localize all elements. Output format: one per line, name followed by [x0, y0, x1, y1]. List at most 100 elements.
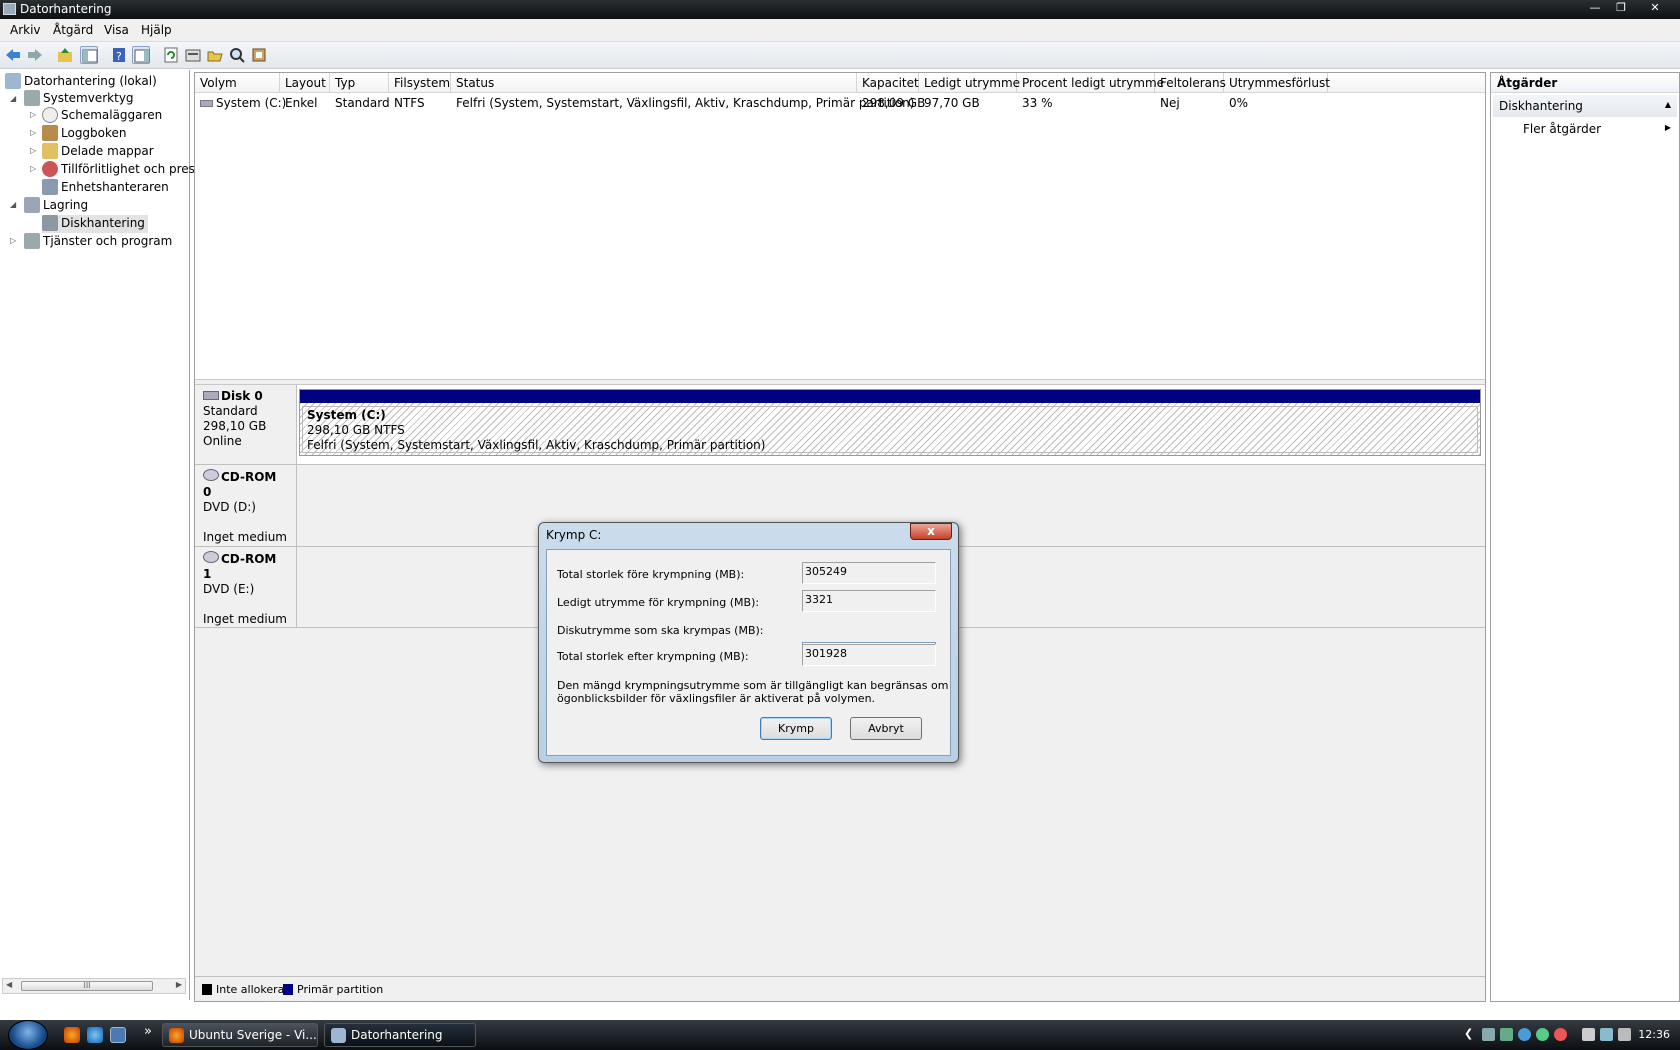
column-header[interactable]: Volym: [195, 73, 280, 93]
show-hide-tree-icon[interactable]: [80, 46, 98, 64]
column-header[interactable]: Utrymmesförlust: [1224, 73, 1330, 93]
partition-size: 298,10 GB NTFS: [307, 423, 405, 437]
system-tray: ❮ 12:36: [1462, 1020, 1680, 1050]
back-icon[interactable]: [4, 46, 22, 64]
storage-icon: [24, 197, 40, 213]
open-icon[interactable]: [206, 46, 224, 64]
clock-icon: [42, 107, 58, 123]
tray-expand-icon[interactable]: ❮: [1464, 1027, 1473, 1040]
column-header[interactable]: Ledigt utrymme: [919, 73, 1020, 93]
field-label: Total storlek efter krympning (MB):: [557, 650, 749, 663]
tree-item-systemverktyg[interactable]: Systemverktyg: [24, 90, 134, 108]
menu-arkiv[interactable]: Arkiv: [10, 23, 41, 37]
cancel-button[interactable]: Avbryt: [850, 717, 922, 740]
expand-arrow-icon[interactable]: ▷: [30, 146, 36, 155]
menu-hjalp[interactable]: Hjälp: [141, 23, 172, 37]
tree-horizontal-scrollbar[interactable]: ◀ III ▶: [2, 978, 186, 994]
shrink-button[interactable]: Krymp: [760, 717, 832, 740]
legend-label: Primär partition: [297, 983, 384, 996]
network-icon[interactable]: [1600, 1028, 1613, 1041]
tree-item-delade-mappar[interactable]: Delade mappar: [42, 143, 154, 161]
collapse-arrow-icon[interactable]: ◢: [10, 200, 16, 209]
properties-icon[interactable]: [184, 46, 202, 64]
menu-visa[interactable]: Visa: [104, 23, 129, 37]
tree-root[interactable]: Datorhantering (lokal): [5, 73, 157, 91]
collapse-arrow-icon[interactable]: ◢: [10, 94, 16, 103]
toolbar: ?: [0, 42, 1680, 69]
computer-management-icon: [3, 3, 16, 15]
column-header[interactable]: Typ: [330, 73, 389, 93]
settings-icon[interactable]: [250, 46, 268, 64]
minimize-icon[interactable]: —: [1582, 0, 1608, 15]
taskbar-button-ubuntu[interactable]: Ubuntu Sverige - Vi...: [162, 1023, 318, 1047]
tray-app-icon[interactable]: [1500, 1028, 1513, 1041]
expand-arrow-icon[interactable]: ▷: [30, 164, 36, 173]
tree-item-tjanster[interactable]: Tjänster och program: [24, 233, 172, 251]
primary-partition-bar: [300, 390, 1480, 403]
expand-arrow-icon[interactable]: ▷: [30, 110, 36, 119]
dialog-title: Krymp C:: [546, 528, 602, 542]
up-icon[interactable]: [56, 46, 74, 64]
column-header[interactable]: Filsystem: [389, 73, 451, 93]
menu-atgard[interactable]: Åtgärd: [53, 23, 93, 37]
disk-label[interactable]: Disk 0 Standard 298,10 GB Online: [195, 385, 297, 465]
tray-app-icon[interactable]: [1554, 1028, 1567, 1041]
column-header[interactable]: Procent ledigt utrymme: [1017, 73, 1164, 93]
battery-icon[interactable]: [1582, 1028, 1595, 1041]
column-header[interactable]: Layout: [280, 73, 330, 93]
close-icon[interactable]: ✕: [1642, 0, 1668, 15]
filesystem-cell: NTFS: [394, 96, 425, 110]
close-icon[interactable]: x: [910, 523, 952, 540]
firefox-icon[interactable]: [64, 1027, 80, 1043]
tray-app-icon[interactable]: [1518, 1028, 1531, 1041]
expand-arrow-icon[interactable]: ▷: [30, 128, 36, 137]
refresh-icon[interactable]: [162, 46, 180, 64]
forward-icon[interactable]: [26, 46, 44, 64]
column-header[interactable]: Status: [451, 73, 857, 93]
volume-icon[interactable]: [1618, 1028, 1631, 1041]
status-cell: Felfri (System, Systemstart, Växlingsfil…: [456, 96, 915, 110]
partition-c[interactable]: System (C:) 298,10 GB NTFS Felfri (Syste…: [299, 389, 1481, 456]
search-icon[interactable]: [228, 46, 246, 64]
clock[interactable]: 12:36: [1638, 1028, 1670, 1041]
tree-item-enhetshanteraren[interactable]: Enhetshanteraren: [42, 179, 169, 197]
help-icon[interactable]: ?: [110, 46, 128, 64]
cdrom-label[interactable]: CD-ROM 1 DVD (E:) Inget medium: [195, 547, 297, 628]
actions-title: Åtgärder: [1491, 73, 1679, 93]
cdrom-label[interactable]: CD-ROM 0 DVD (D:) Inget medium: [195, 465, 297, 547]
legend-label: Inte allokerat: [216, 983, 289, 996]
taskbar-button-datorhantering[interactable]: Datorhantering: [324, 1023, 476, 1047]
field-label: Total storlek före krympning (MB):: [557, 568, 745, 581]
tray-app-icon[interactable]: [1482, 1028, 1495, 1041]
column-header[interactable]: Kapacitet: [857, 73, 919, 93]
tree-item-diskhantering[interactable]: Diskhantering: [42, 215, 148, 233]
tree-item-loggboken[interactable]: Loggboken: [42, 125, 127, 143]
disk-row: System (C:) 298,10 GB NTFS Felfri (Syste…: [297, 385, 1485, 465]
scroll-thumb[interactable]: III: [21, 981, 153, 991]
cdrom-icon: [203, 469, 219, 481]
shrink-dialog: Krymp C: x Total storlek före krympning …: [538, 522, 959, 763]
show-desktop-icon[interactable]: [110, 1027, 126, 1043]
expand-arrow-icon[interactable]: ▷: [10, 236, 16, 245]
scroll-left-icon[interactable]: ◀: [6, 980, 12, 989]
scroll-right-icon[interactable]: ▶: [176, 980, 182, 989]
legend-swatch-primary: [283, 984, 293, 995]
tree-item-schemalaggaren[interactable]: Schemaläggaren: [42, 107, 162, 125]
collapse-icon[interactable]: ▲: [1665, 100, 1671, 109]
start-button[interactable]: [8, 1020, 48, 1050]
actions-section[interactable]: Diskhantering ▲: [1493, 95, 1677, 117]
tree-item-lagring[interactable]: Lagring: [24, 197, 88, 215]
show-hide-action-icon[interactable]: [132, 46, 150, 64]
partition-status: Felfri (System, Systemstart, Växlingsfil…: [307, 438, 766, 452]
fault-tolerance-cell: Nej: [1160, 96, 1180, 110]
tray-app-icon[interactable]: [1536, 1028, 1549, 1041]
quicklaunch-more[interactable]: »: [144, 1024, 152, 1039]
dialog-body: Total storlek före krympning (MB): 30524…: [546, 549, 951, 756]
maximize-icon[interactable]: ❐: [1608, 0, 1634, 15]
tree-item-tillforlitlighet[interactable]: Tillförlitlighet och prest: [42, 161, 200, 179]
more-actions-item[interactable]: Fler åtgärder ▶: [1493, 119, 1677, 139]
legend-swatch-unallocated: [202, 984, 212, 995]
internet-explorer-icon[interactable]: [87, 1027, 103, 1043]
column-header[interactable]: Feltolerans: [1155, 73, 1226, 93]
total-size-before-field: 305249: [802, 562, 936, 584]
